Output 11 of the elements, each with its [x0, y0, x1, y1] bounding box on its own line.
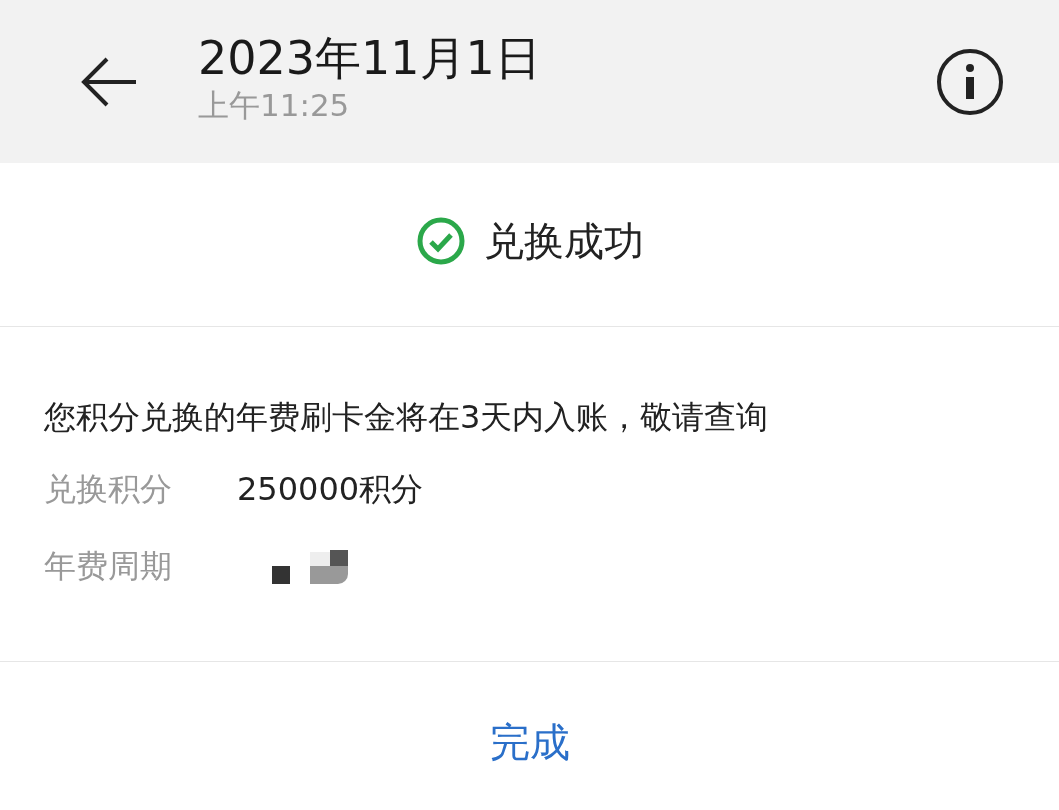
field-value: 250000积分 — [237, 469, 424, 510]
time-label: 上午11:25 — [198, 85, 351, 124]
back-arrow-icon[interactable] — [80, 56, 138, 107]
check-circle-icon — [415, 215, 466, 266]
field-label: 年费周期 — [44, 546, 173, 587]
page-title: 2023年11月1日 — [198, 29, 542, 86]
done-button[interactable]: 完成 — [473, 712, 586, 772]
field-label: 兑换积分 — [44, 469, 173, 510]
success-message: 兑换成功 — [483, 216, 644, 266]
info-icon[interactable] — [936, 47, 1004, 116]
notice-text: 您积分兑换的年费刷卡金将在3天内入账，敬请查询 — [44, 397, 770, 438]
